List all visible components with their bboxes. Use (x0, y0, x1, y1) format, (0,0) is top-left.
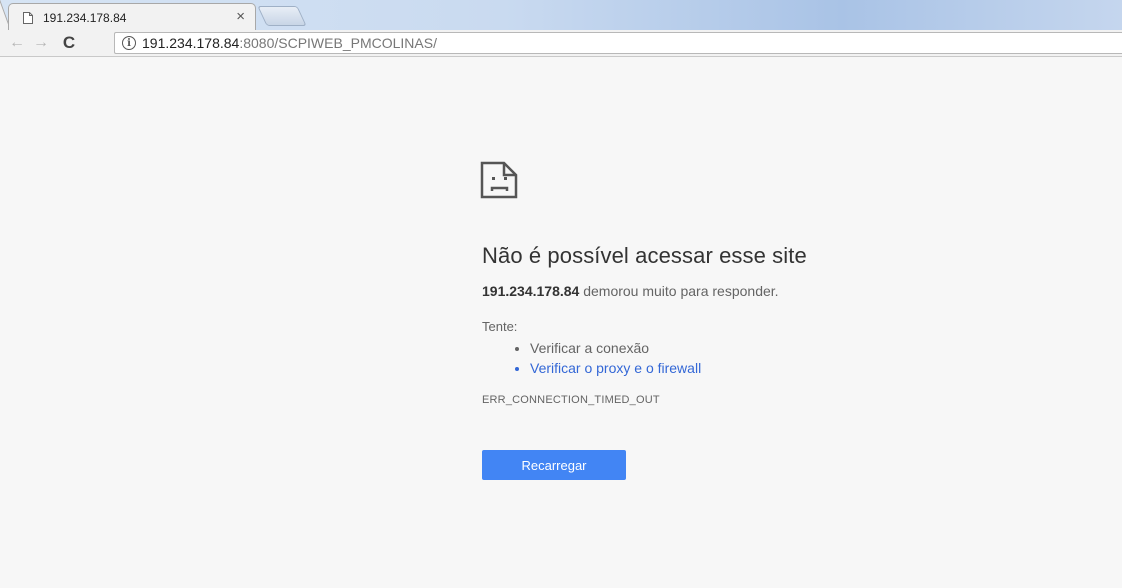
back-arrow-icon[interactable]: ← (6, 32, 28, 54)
forward-arrow-icon[interactable]: → (30, 32, 52, 54)
page-icon (23, 11, 33, 24)
error-summary: 191.234.178.84 demorou muito para respon… (482, 283, 1042, 299)
url-host: 191.234.178.84 (142, 35, 240, 51)
suggestion-check-proxy-firewall-link[interactable]: Verificar o proxy e o firewall (530, 358, 1042, 378)
address-bar[interactable]: i 191.234.178.84:8080/SCPIWEB_PMCOLINAS/ (114, 32, 1122, 54)
error-content: Não é possível acessar esse site 191.234… (480, 160, 1042, 480)
error-message: demorou muito para responder. (579, 283, 779, 299)
try-label: Tente: (482, 319, 518, 334)
tab-strip: 191.234.178.84 × (0, 0, 1122, 30)
new-tab-button[interactable] (257, 6, 307, 26)
reload-icon[interactable]: C (58, 32, 80, 54)
browser-tab[interactable]: 191.234.178.84 × (8, 3, 256, 30)
sad-page-icon (480, 161, 518, 199)
browser-toolbar: ← → C i 191.234.178.84:8080/SCPIWEB_PMCO… (0, 30, 1122, 57)
suggestion-check-connection: Verificar a conexão (530, 338, 1042, 358)
close-tab-icon[interactable]: × (236, 9, 245, 25)
suggestions-list: Verificar a conexão Verificar o proxy e … (530, 338, 1042, 378)
info-icon[interactable]: i (122, 36, 136, 50)
error-code: ERR_CONNECTION_TIMED_OUT (482, 394, 660, 406)
url-text[interactable]: 191.234.178.84:8080/SCPIWEB_PMCOLINAS/ (142, 35, 437, 51)
reload-button[interactable]: Recarregar (482, 450, 626, 480)
tab-title: 191.234.178.84 (43, 10, 127, 25)
error-heading: Não é possível acessar esse site (482, 243, 807, 268)
error-host: 191.234.178.84 (482, 283, 580, 299)
url-path: :8080/SCPIWEB_PMCOLINAS/ (239, 35, 437, 51)
